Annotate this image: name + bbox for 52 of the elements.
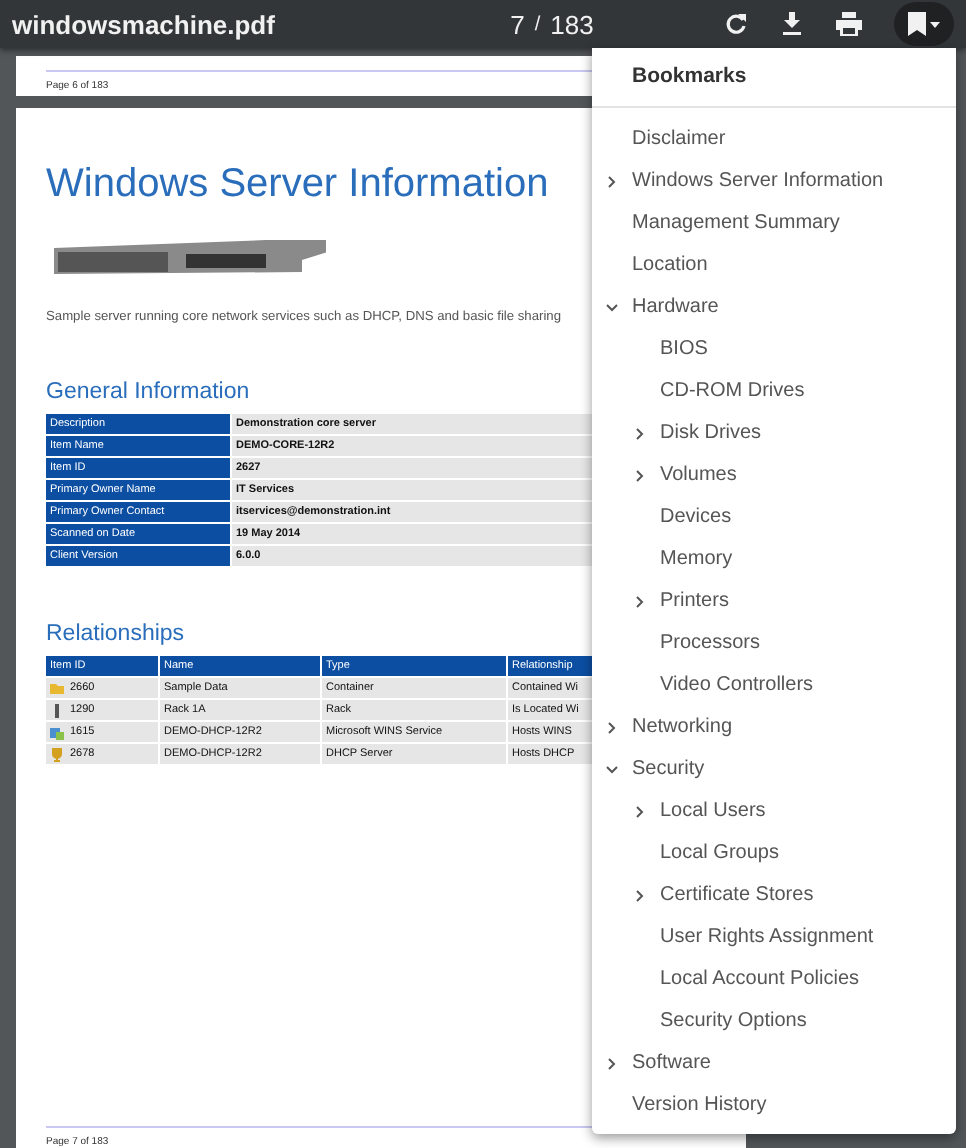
chevron-down-icon[interactable]	[604, 299, 620, 315]
bookmark-item[interactable]: Software	[592, 1042, 956, 1084]
bookmark-item[interactable]: Hardware	[592, 286, 956, 328]
service-icon	[50, 725, 64, 739]
document-title: Windows Server Information	[46, 162, 549, 208]
chevron-right-icon[interactable]	[604, 1055, 620, 1071]
bookmark-item[interactable]: Devices	[592, 496, 956, 538]
bookmark-item[interactable]: Memory	[592, 538, 956, 580]
bookmark-item[interactable]: Certificate Stores	[592, 874, 956, 916]
bookmark-item[interactable]: Printers	[592, 580, 956, 622]
chevron-right-icon[interactable]	[604, 173, 620, 189]
page-separator: /	[534, 13, 541, 35]
chevron-right-icon[interactable]	[632, 803, 648, 819]
bookmark-item[interactable]: Management Summary	[592, 202, 956, 244]
trophy-icon	[50, 747, 64, 761]
chevron-right-icon[interactable]	[604, 719, 620, 735]
rotate-button[interactable]	[724, 12, 748, 36]
bookmark-item[interactable]: User Rights Assignment	[592, 916, 956, 958]
menu-title: Bookmarks	[592, 48, 956, 108]
bookmark-item[interactable]: Local Groups	[592, 832, 956, 874]
caret-icon	[930, 21, 940, 27]
bookmark-item[interactable]: CD-ROM Drives	[592, 370, 956, 412]
bookmark-icon	[908, 12, 926, 36]
page-total: 183	[550, 9, 594, 39]
download-button[interactable]	[780, 12, 804, 36]
bookmark-item[interactable]: Windows Server Information	[592, 160, 956, 202]
chevron-down-icon[interactable]	[604, 761, 620, 777]
chevron-right-icon[interactable]	[632, 467, 648, 483]
bookmark-item[interactable]: Local Users	[592, 790, 956, 832]
bookmark-item[interactable]: Disk Drives	[592, 412, 956, 454]
bookmark-item[interactable]: Video Controllers	[592, 664, 956, 706]
bookmark-item[interactable]: Processors	[592, 622, 956, 664]
chevron-right-icon[interactable]	[632, 593, 648, 609]
bookmarks-button[interactable]	[894, 2, 954, 46]
print-button[interactable]	[836, 12, 862, 36]
current-page[interactable]: 7	[510, 9, 525, 39]
bookmark-item[interactable]: Disclaimer	[592, 118, 956, 160]
section-heading: Relationships	[46, 622, 185, 646]
folder-icon	[50, 682, 64, 694]
file-name: windowsmachine.pdf	[12, 9, 277, 39]
rack-icon	[50, 703, 64, 717]
bookmark-item[interactable]: Security	[592, 748, 956, 790]
bookmark-item[interactable]: BIOS	[592, 328, 956, 370]
bookmark-item[interactable]: Volumes	[592, 454, 956, 496]
bookmark-item[interactable]: Security Options	[592, 1000, 956, 1042]
bookmark-item[interactable]: Location	[592, 244, 956, 286]
bookmark-item[interactable]: Networking	[592, 706, 956, 748]
section-heading: General Information	[46, 380, 250, 404]
bookmark-item[interactable]: Local Account Policies	[592, 958, 956, 1000]
chevron-right-icon[interactable]	[632, 425, 648, 441]
bookmark-item[interactable]: Version History	[592, 1084, 956, 1126]
chevron-right-icon[interactable]	[632, 887, 648, 903]
